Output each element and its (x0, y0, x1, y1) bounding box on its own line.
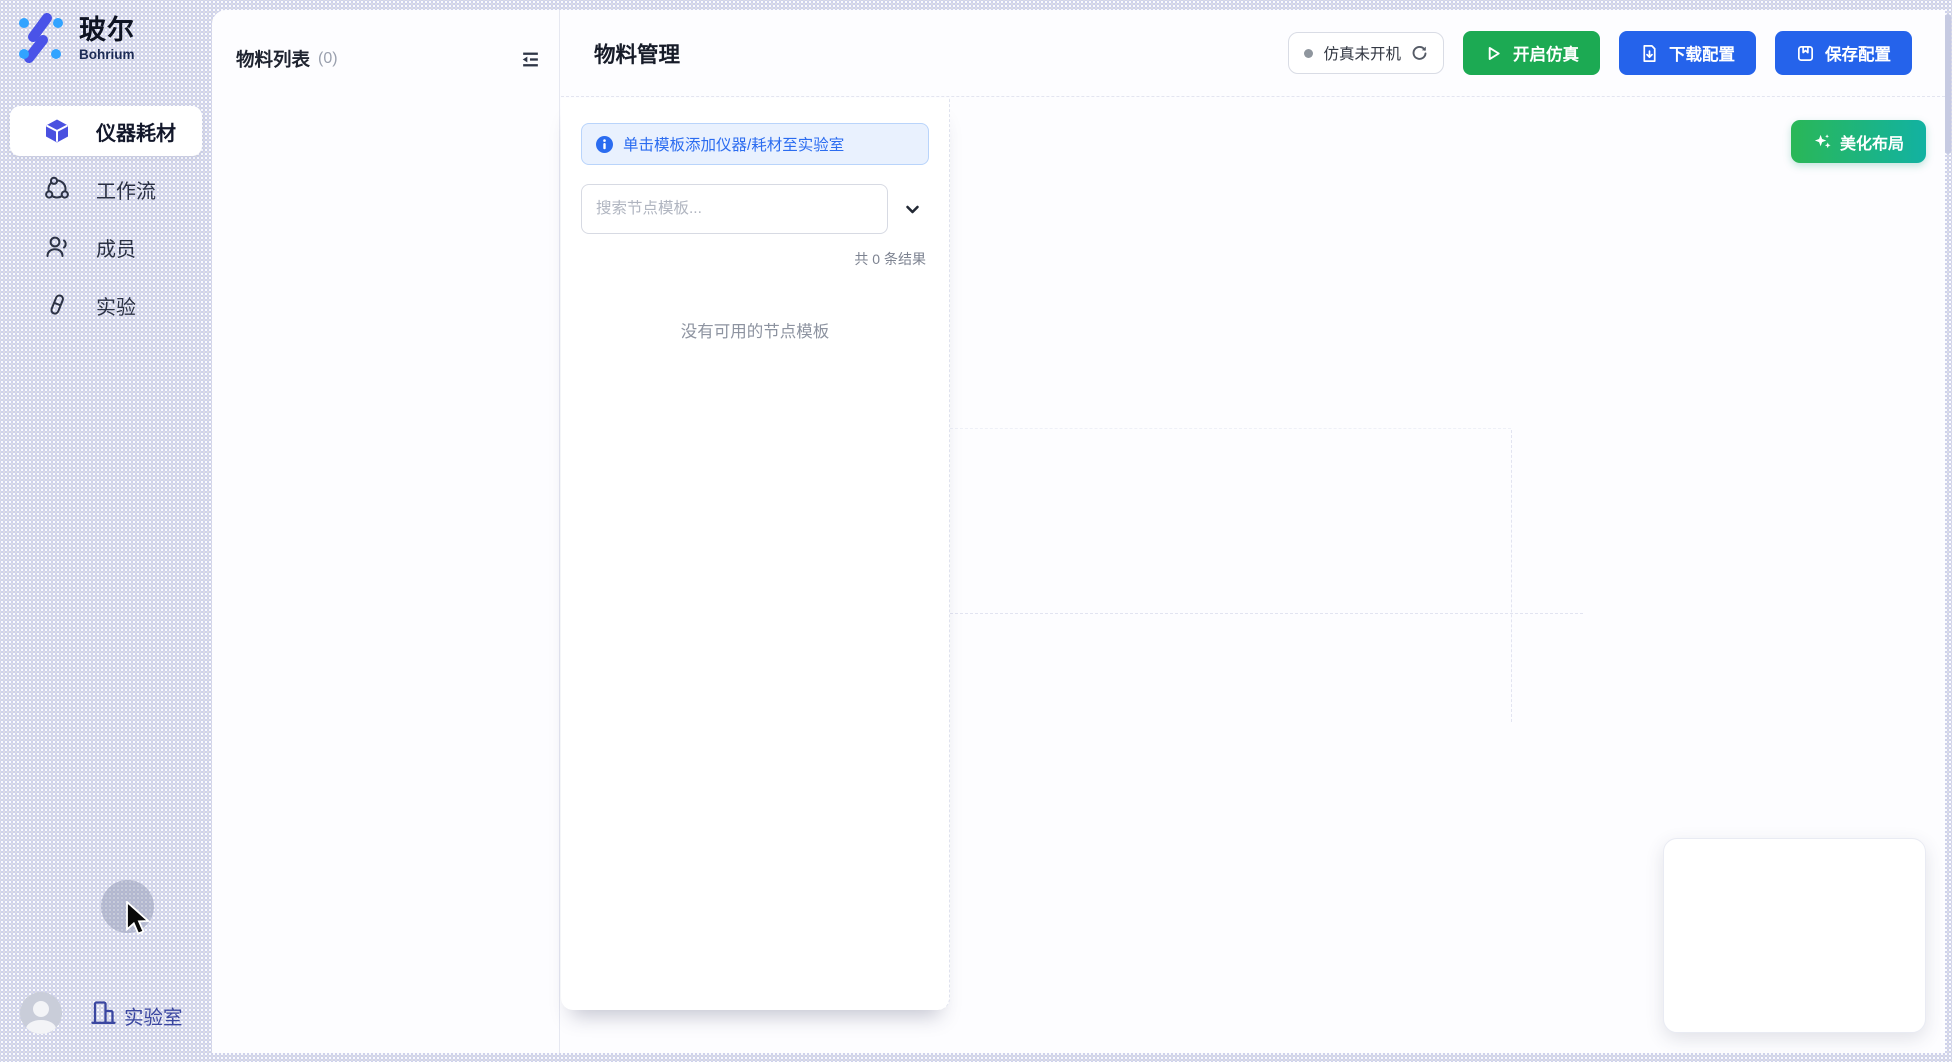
hint-banner: 单击模板添加仪器/耗材至实验室 (581, 123, 929, 165)
results-count: 共 0 条结果 (561, 249, 949, 269)
file-download-icon (1640, 44, 1659, 63)
avatar-body (26, 1020, 56, 1034)
start-simulation-label: 开启仿真 (1513, 41, 1579, 65)
sidebar-item-instruments[interactable]: 仪器耗材 (10, 106, 202, 156)
brand-text: 玻尔 Bohrium (79, 13, 135, 63)
avatar-head (33, 1001, 49, 1017)
header-actions: 仿真未开机 开启仿真 (1288, 31, 1912, 75)
sidebar-footer-lab-link[interactable]: 实验室 (124, 1001, 183, 1030)
save-config-button[interactable]: 保存配置 (1775, 31, 1912, 75)
material-list-panel: 物料列表 (0) (212, 10, 560, 1053)
main-header: 物料管理 仿真未开机 开启仿真 (561, 10, 1945, 97)
sidebar-item-experiments[interactable]: 实验 (10, 280, 202, 330)
hint-banner-text: 单击模板添加仪器/耗材至实验室 (623, 133, 844, 155)
info-icon (595, 135, 614, 154)
sidebar-item-label: 成员 (96, 233, 136, 262)
start-simulation-button[interactable]: 开启仿真 (1463, 31, 1600, 75)
brand-name: 玻尔 (79, 15, 135, 46)
save-config-label: 保存配置 (1825, 41, 1891, 65)
canvas-guide-line (1511, 430, 1512, 722)
material-list-header: 物料列表 (0) (212, 10, 559, 72)
experiment-icon (44, 292, 70, 318)
simulation-status-text: 仿真未开机 (1323, 42, 1401, 64)
content-card: 物料列表 (0) 物料管理 仿真未开机 (212, 10, 1945, 1053)
members-icon (44, 234, 70, 260)
material-list-title: 物料列表 (236, 46, 310, 72)
app-root: 玻尔 Bohrium 仪器耗材 工作流 (0, 0, 1952, 1062)
sidebar-item-members[interactable]: 成员 (10, 222, 202, 272)
sidebar-item-workflow[interactable]: 工作流 (10, 164, 202, 214)
brand-subtitle: Bohrium (79, 46, 135, 63)
chevron-down-icon[interactable] (901, 198, 923, 220)
save-icon (1796, 44, 1815, 63)
simulation-status-pill[interactable]: 仿真未开机 (1288, 32, 1444, 74)
mouse-cursor (125, 901, 153, 935)
workflow-icon (44, 176, 70, 202)
page-title: 物料管理 (594, 38, 680, 69)
node-template-panel: 单击模板添加仪器/耗材至实验室 共 0 条结果 没有可用的节点模板 (561, 98, 950, 1010)
lab-building-icon[interactable] (90, 999, 117, 1026)
user-avatar[interactable] (20, 992, 62, 1034)
search-input[interactable] (581, 184, 888, 234)
download-config-label: 下载配置 (1669, 41, 1735, 65)
beautify-layout-label: 美化布局 (1840, 130, 1904, 154)
minimap-panel[interactable] (1663, 838, 1926, 1033)
beautify-layout-button[interactable]: 美化布局 (1791, 120, 1926, 163)
brand-logo[interactable]: 玻尔 Bohrium (16, 13, 135, 63)
status-dot (1304, 49, 1313, 58)
sidebar-item-label: 仪器耗材 (96, 117, 176, 146)
collapse-panel-icon[interactable] (519, 48, 541, 70)
play-icon (1484, 44, 1503, 63)
refresh-icon[interactable] (1411, 45, 1428, 62)
download-config-button[interactable]: 下载配置 (1619, 31, 1756, 75)
sidebar-item-label: 实验 (96, 291, 136, 320)
cube-icon (44, 118, 70, 144)
sidebar-item-label: 工作流 (96, 175, 156, 204)
search-row (581, 184, 929, 234)
bohrium-logo-icon (16, 13, 66, 63)
canvas-guide-line (950, 613, 1583, 614)
page-scrollbar-thumb[interactable] (1945, 14, 1951, 154)
sidebar: 玻尔 Bohrium 仪器耗材 工作流 (0, 0, 212, 1062)
canvas-guide-line (950, 428, 1511, 429)
empty-template-message: 没有可用的节点模板 (561, 318, 949, 342)
material-list-count: (0) (318, 50, 338, 68)
sparkles-icon (1813, 132, 1832, 151)
